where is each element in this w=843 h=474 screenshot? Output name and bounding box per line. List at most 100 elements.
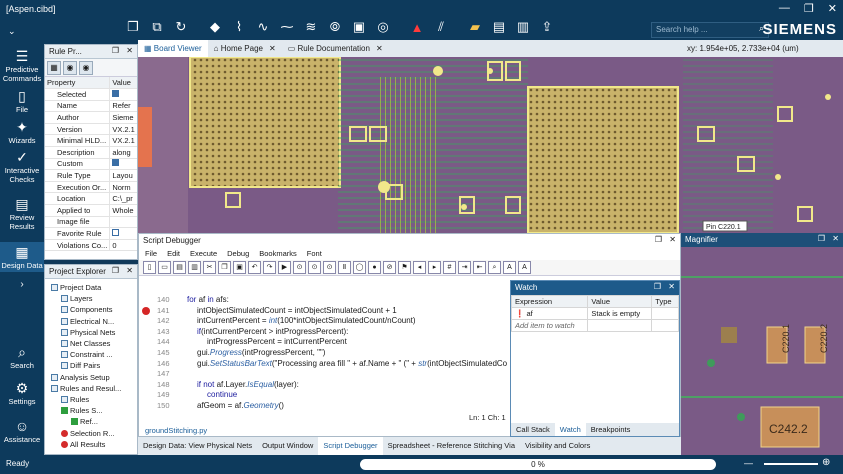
- close-icon[interactable]: ✕: [126, 46, 133, 55]
- code-editor[interactable]: 140 for af in afs: 141 intObjectSimulatedCo…: [139, 291, 511, 411]
- pin-icon[interactable]: ❐: [655, 235, 662, 244]
- property-row[interactable]: Custom: [45, 158, 137, 171]
- tree-item[interactable]: Project Data: [51, 283, 101, 292]
- warning-icon[interactable]: ▲: [406, 16, 428, 38]
- prev-bookmark-icon[interactable]: ◂: [413, 261, 426, 274]
- pin-icon[interactable]: ❐: [112, 46, 119, 55]
- tree-item[interactable]: Ref...: [71, 417, 98, 426]
- pin-icon[interactable]: ❐: [818, 234, 825, 243]
- pin-icon[interactable]: ❐: [112, 266, 119, 275]
- checkbox[interactable]: [112, 229, 120, 237]
- split-icon[interactable]: ⫽: [430, 16, 452, 38]
- step-over-icon[interactable]: ⊙: [293, 261, 306, 274]
- property-row[interactable]: Applied to Whole: [45, 204, 137, 217]
- close-icon[interactable]: ✕: [376, 44, 383, 53]
- nav-assistance[interactable]: ☺ Assistance: [0, 418, 44, 444]
- open-folder-icon[interactable]: ▰: [464, 16, 486, 38]
- property-row[interactable]: Rule Type Layou: [45, 169, 137, 182]
- nav-predictive-commands[interactable]: ☰ Predictive Commands: [0, 48, 44, 83]
- property-row[interactable]: Minimal HLD... VX.2.1: [45, 134, 137, 148]
- checkbox[interactable]: [112, 159, 120, 167]
- tab-rule-documentation[interactable]: ▭ Rule Documentation ✕: [282, 40, 389, 57]
- property-row[interactable]: Name Refer: [45, 100, 137, 113]
- menu-bookmarks[interactable]: Bookmarks: [259, 249, 297, 259]
- nav-settings[interactable]: ⚙ Settings: [0, 380, 44, 406]
- property-row[interactable]: Author Sieme: [45, 111, 137, 124]
- expand-nav-chevron-icon[interactable]: ›: [0, 280, 44, 290]
- close-icon[interactable]: ✕: [668, 282, 675, 291]
- comment-icon[interactable]: #: [443, 261, 456, 274]
- zoom-in-icon[interactable]: ⊕: [822, 457, 830, 468]
- nav-review-results[interactable]: ▤ Review Results: [0, 196, 44, 231]
- pin-icon[interactable]: ❐: [654, 282, 661, 291]
- stack-icon[interactable]: ⧉: [146, 16, 168, 38]
- save-icon[interactable]: ▤: [488, 16, 510, 38]
- export-icon[interactable]: ⇪: [536, 16, 558, 38]
- tab-watch[interactable]: Watch: [554, 423, 586, 436]
- menu-edit[interactable]: Edit: [167, 249, 180, 259]
- view-icon[interactable]: ◉: [63, 61, 77, 75]
- tree-item[interactable]: Diff Pairs: [61, 361, 100, 370]
- copy-icon[interactable]: ❐: [218, 261, 231, 274]
- zoom-out-icon[interactable]: —: [744, 458, 753, 468]
- bookmark-icon[interactable]: ⚑: [398, 261, 411, 274]
- tab-visibility-and-colors[interactable]: Visibility and Colors: [520, 437, 595, 455]
- net-icon[interactable]: ∿: [252, 16, 274, 38]
- stop-icon[interactable]: ◯: [353, 261, 366, 274]
- property-row[interactable]: Execution Or... Norm: [45, 181, 137, 194]
- tree-item[interactable]: Physical Nets: [61, 328, 115, 337]
- menu-font[interactable]: Font: [307, 249, 322, 259]
- font-decrease-icon[interactable]: A: [518, 261, 531, 274]
- tab-board-viewer[interactable]: ▦ Board Viewer: [138, 40, 208, 57]
- paste-icon[interactable]: ▣: [233, 261, 246, 274]
- tree-item[interactable]: Layers: [61, 294, 93, 303]
- tab-breakpoints[interactable]: Breakpoints: [586, 423, 636, 436]
- find-icon[interactable]: ⌕: [488, 261, 501, 274]
- tree-item[interactable]: Rules S...: [61, 406, 103, 415]
- nav-interactive-checks[interactable]: ✓ Interactive Checks: [0, 149, 44, 184]
- property-row[interactable]: Selected: [45, 88, 137, 101]
- tree-item[interactable]: Rules: [61, 395, 89, 404]
- tab-call-stack[interactable]: Call Stack: [511, 423, 555, 436]
- board-viewer-canvas[interactable]: Pin C220.1: [138, 57, 843, 233]
- outdent-icon[interactable]: ⇤: [473, 261, 486, 274]
- clear-breakpoints-icon[interactable]: ⊘: [383, 261, 396, 274]
- tree-item[interactable]: Rules and Resul...: [51, 384, 121, 393]
- property-row[interactable]: Location C:\_pr: [45, 192, 137, 206]
- pause-icon[interactable]: Ⅱ: [338, 261, 351, 274]
- property-row[interactable]: Favorite Rule: [45, 227, 137, 240]
- tab-script-debugger[interactable]: Script Debugger: [318, 437, 383, 455]
- tree-item[interactable]: Selection R...: [61, 429, 115, 438]
- watch-row[interactable]: ❗ af Stack is empty: [510, 307, 679, 320]
- script-file-tab[interactable]: groundStitching.py: [145, 426, 207, 435]
- checkbox[interactable]: [112, 89, 120, 97]
- save-all-icon[interactable]: ▥: [188, 261, 201, 274]
- step-out-icon[interactable]: ⊙: [323, 261, 336, 274]
- cut-icon[interactable]: ✂: [203, 261, 216, 274]
- new-file-icon[interactable]: ▯: [143, 261, 156, 274]
- undo-icon[interactable]: ↶: [248, 261, 261, 274]
- property-row[interactable]: Description along: [45, 146, 137, 159]
- add-watch-row[interactable]: Add item to watch: [510, 319, 679, 332]
- grid-view-icon[interactable]: ▦: [47, 61, 61, 75]
- zoom-slider[interactable]: [764, 463, 818, 465]
- tree-item[interactable]: Net Classes: [61, 339, 110, 348]
- property-row[interactable]: Violations Co... 0: [45, 239, 137, 252]
- tree-item[interactable]: Components: [61, 305, 113, 314]
- tab-home-page[interactable]: ⌂ Home Page ✕: [208, 40, 282, 57]
- route-icon[interactable]: ⌇: [228, 16, 250, 38]
- run-icon[interactable]: ▶: [278, 261, 291, 274]
- step-into-icon[interactable]: ⊙: [308, 261, 321, 274]
- close-icon[interactable]: ✕: [126, 266, 133, 275]
- refresh-icon[interactable]: ↻: [170, 16, 192, 38]
- indent-icon[interactable]: ⇥: [458, 261, 471, 274]
- layers-icon[interactable]: ≋: [300, 16, 322, 38]
- trace-icon[interactable]: ⁓: [276, 16, 298, 38]
- tree-item[interactable]: Analysis Setup: [51, 373, 110, 382]
- close-button[interactable]: ✕: [828, 2, 837, 15]
- menu-execute[interactable]: Execute: [190, 249, 217, 259]
- pad-icon[interactable]: ▣: [348, 16, 370, 38]
- nav-search[interactable]: ⌕ Search: [0, 344, 44, 370]
- tab-design-data-physical-nets[interactable]: Design Data: View Physical Nets: [138, 437, 257, 455]
- close-icon[interactable]: ✕: [669, 235, 676, 244]
